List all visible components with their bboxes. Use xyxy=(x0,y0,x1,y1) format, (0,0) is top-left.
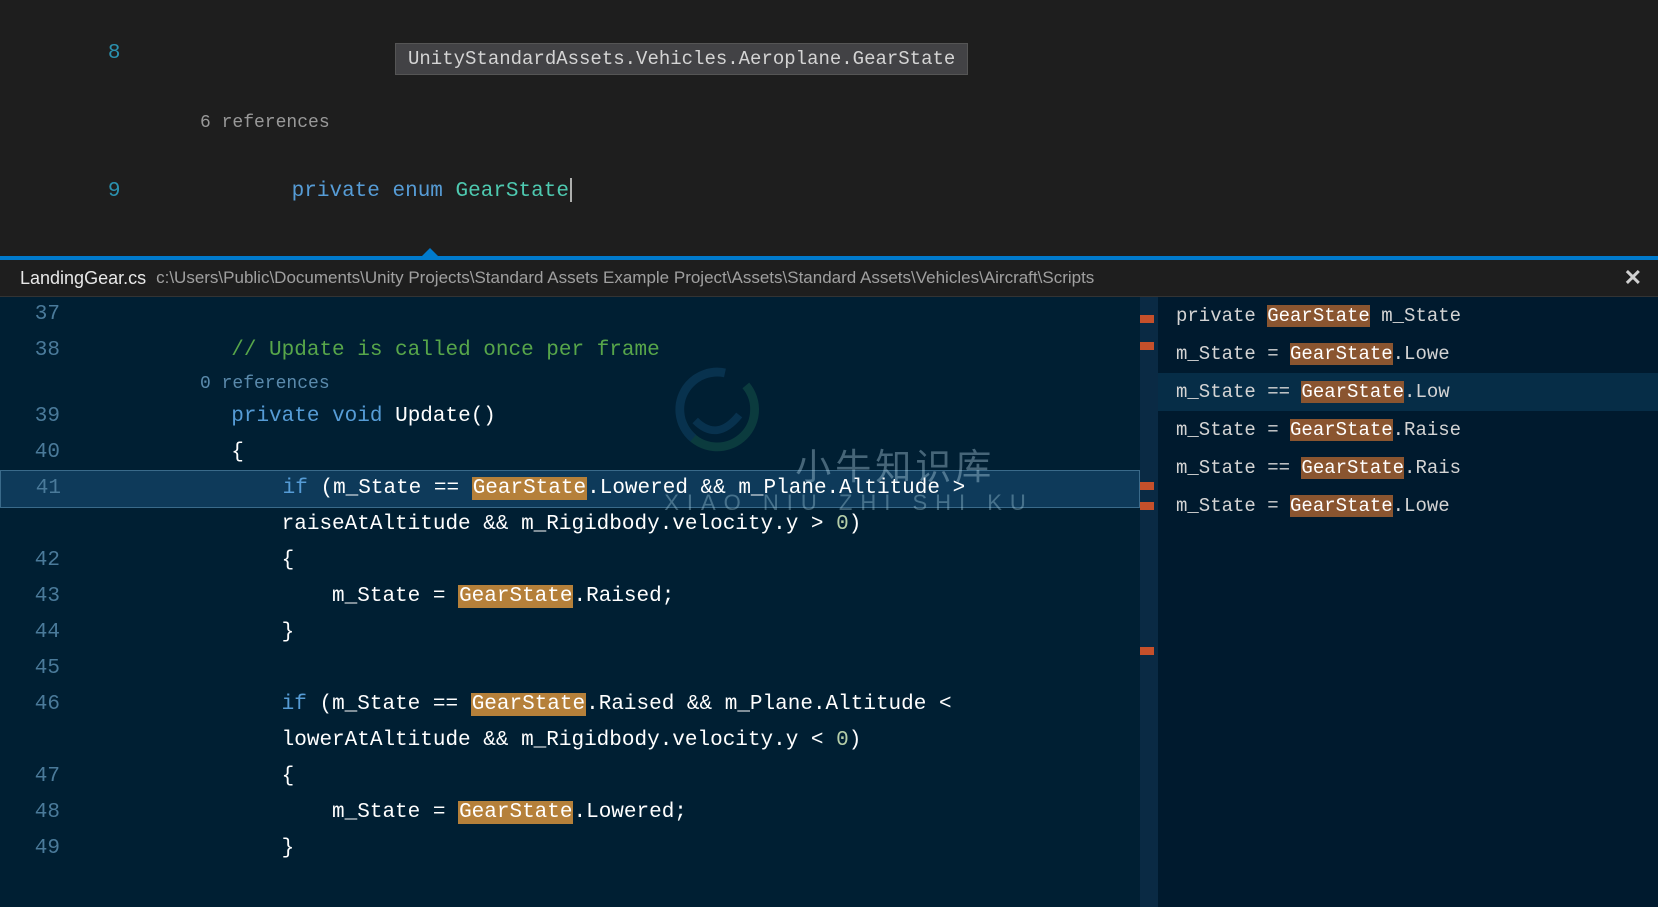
code-line[interactable]: 41 if (m_State == GearState.Lowered && m… xyxy=(0,470,1140,508)
code-line[interactable]: lowerAtAltitude && m_Rigidbody.velocity.… xyxy=(0,723,1140,759)
line-number: 49 xyxy=(0,831,80,867)
reference-item[interactable]: private GearState m_State xyxy=(1158,297,1658,335)
peek-header: LandingGear.cs c:\Users\Public\Documents… xyxy=(0,260,1658,297)
code-line[interactable]: 43 m_State = GearState.Raised; xyxy=(0,579,1140,615)
code-line[interactable]: raiseAtAltitude && m_Rigidbody.velocity.… xyxy=(0,507,1140,543)
overview-mark[interactable] xyxy=(1140,647,1154,655)
peek-code-area[interactable]: 3738 // Update is called once per frame0… xyxy=(0,297,1140,907)
code-line[interactable]: 49 } xyxy=(0,831,1140,867)
reference-item[interactable]: m_State == GearState.Rais xyxy=(1158,449,1658,487)
reference-item[interactable]: m_State = GearState.Lowe xyxy=(1158,487,1658,525)
code-line[interactable]: 42 { xyxy=(0,543,1140,579)
line-number: 47 xyxy=(0,759,80,795)
editor-top-pane[interactable]: 8 6 references 9 private enum GearState … xyxy=(0,0,1658,258)
reference-item[interactable]: m_State == GearState.Low xyxy=(1158,373,1658,411)
peek-references-list[interactable]: private GearState m_Statem_State = GearS… xyxy=(1158,297,1658,907)
line-number: 39 xyxy=(0,399,80,435)
peek-filename[interactable]: LandingGear.cs xyxy=(20,268,146,289)
line-number: 38 xyxy=(0,333,80,369)
code-line[interactable]: 47 { xyxy=(0,759,1140,795)
line-number: 42 xyxy=(0,543,80,579)
code-line[interactable]: 48 m_State = GearState.Lowered; xyxy=(0,795,1140,831)
line-number: 9 xyxy=(50,174,140,210)
code-line[interactable]: 39 private void Update() xyxy=(0,399,1140,435)
peek-body: 3738 // Update is called once per frame0… xyxy=(0,297,1658,907)
peek-panel: LandingGear.cs c:\Users\Public\Documents… xyxy=(0,258,1658,907)
peek-pointer xyxy=(420,248,440,258)
code-line[interactable]: 45 xyxy=(0,651,1140,687)
reference-item[interactable]: m_State = GearState.Lowe xyxy=(1158,335,1658,373)
peek-filepath: c:\Users\Public\Documents\Unity Projects… xyxy=(156,268,1607,288)
hover-tooltip: UnityStandardAssets.Vehicles.Aeroplane.G… xyxy=(395,43,968,75)
overview-mark[interactable] xyxy=(1140,502,1154,510)
line-number: 46 xyxy=(0,687,80,723)
code-line[interactable]: 37 xyxy=(0,297,1140,333)
line-number: 44 xyxy=(0,615,80,651)
reference-item[interactable]: m_State = GearState.Raise xyxy=(1158,411,1658,449)
line-number: 40 xyxy=(0,435,80,471)
code-line[interactable]: 40 { xyxy=(0,435,1140,471)
overview-mark[interactable] xyxy=(1140,342,1154,350)
code-line[interactable]: 46 if (m_State == GearState.Raised && m_… xyxy=(0,687,1140,723)
overview-mark[interactable] xyxy=(1140,482,1154,490)
line-number: 48 xyxy=(0,795,80,831)
line-number: 45 xyxy=(0,651,80,687)
line-number: 43 xyxy=(0,579,80,615)
overview-ruler[interactable] xyxy=(1140,297,1158,907)
overview-mark[interactable] xyxy=(1140,315,1154,323)
line-number: 37 xyxy=(0,297,80,333)
line-number: 41 xyxy=(1,471,81,507)
close-icon[interactable]: ✕ xyxy=(1618,265,1648,291)
codelens-references[interactable]: 0 references xyxy=(0,369,1140,399)
code-line[interactable]: 38 // Update is called once per frame xyxy=(0,333,1140,369)
line-number: 8 xyxy=(50,36,140,72)
code-line[interactable]: 44 } xyxy=(0,615,1140,651)
codelens-references[interactable]: 6 references xyxy=(0,108,1658,138)
text-cursor xyxy=(570,178,572,202)
code-line[interactable]: 9 private enum GearState xyxy=(0,138,1658,246)
